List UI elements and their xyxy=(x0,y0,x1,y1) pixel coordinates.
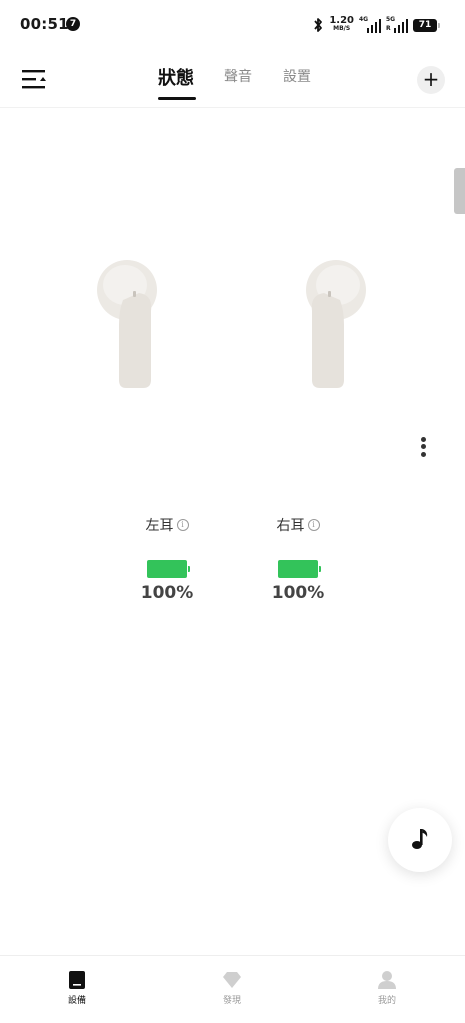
roaming-mark: R xyxy=(386,25,391,32)
status-battery-icon: 71 xyxy=(413,18,440,32)
info-icon[interactable]: i xyxy=(307,519,320,531)
nav-label-me: 我的 xyxy=(377,996,396,1006)
status-time: 00:51 xyxy=(20,15,69,33)
music-button[interactable] xyxy=(388,808,452,872)
add-device-button[interactable]: + xyxy=(417,66,445,94)
signal-4g-icon: 4G xyxy=(359,16,381,33)
right-ear-status: 右耳 i 100% xyxy=(253,515,343,603)
app-header: 狀態 聲音 設置 + xyxy=(0,50,465,108)
info-icon[interactable]: i xyxy=(176,519,189,531)
nav-item-devices[interactable]: 設備 xyxy=(37,970,117,1006)
music-note-icon xyxy=(412,829,428,849)
network-speed-value: 1.20 xyxy=(329,15,354,26)
network-speed: 1.20 MB/S xyxy=(329,15,354,33)
left-ear-status: 左耳 i 100% xyxy=(122,515,212,603)
bluetooth-icon xyxy=(314,18,323,32)
left-battery-icon xyxy=(147,560,190,578)
notification-badge: 7 xyxy=(66,17,80,31)
right-ear-label: 右耳 xyxy=(276,518,305,534)
nav-label-devices: 設備 xyxy=(67,996,86,1006)
left-battery-percent: 100% xyxy=(140,583,194,603)
network-speed-unit: MB/S xyxy=(333,25,351,32)
tab-sound[interactable]: 聲音 xyxy=(224,66,252,86)
more-options-icon[interactable] xyxy=(413,434,433,462)
status-icons: 1.20 MB/S 4G 5G R 71 xyxy=(312,14,440,36)
diamond-icon xyxy=(223,972,241,988)
scroll-handle[interactable] xyxy=(454,168,465,214)
tab-status[interactable]: 狀態 xyxy=(158,64,194,90)
signal-5g-icon: 5G R xyxy=(386,16,408,33)
right-battery-percent: 100% xyxy=(271,583,325,603)
nav-item-me[interactable]: 我的 xyxy=(347,970,427,1006)
active-tab-indicator xyxy=(158,97,196,100)
bottom-nav: 設備 發現 我的 xyxy=(0,955,465,1023)
nav-item-discover[interactable]: 發現 xyxy=(192,970,272,1006)
status-bar: 00:51 7 1.20 MB/S 4G 5G R 71 xyxy=(0,0,465,50)
left-earbud-image xyxy=(97,260,157,388)
device-icon xyxy=(69,971,85,989)
right-earbud-image xyxy=(306,260,366,388)
right-battery-icon xyxy=(278,560,321,578)
menu-icon[interactable] xyxy=(22,68,48,90)
left-ear-label: 左耳 xyxy=(145,518,174,534)
tab-settings[interactable]: 設置 xyxy=(283,66,311,86)
person-icon xyxy=(378,971,396,989)
nav-label-discover: 發現 xyxy=(222,996,241,1006)
